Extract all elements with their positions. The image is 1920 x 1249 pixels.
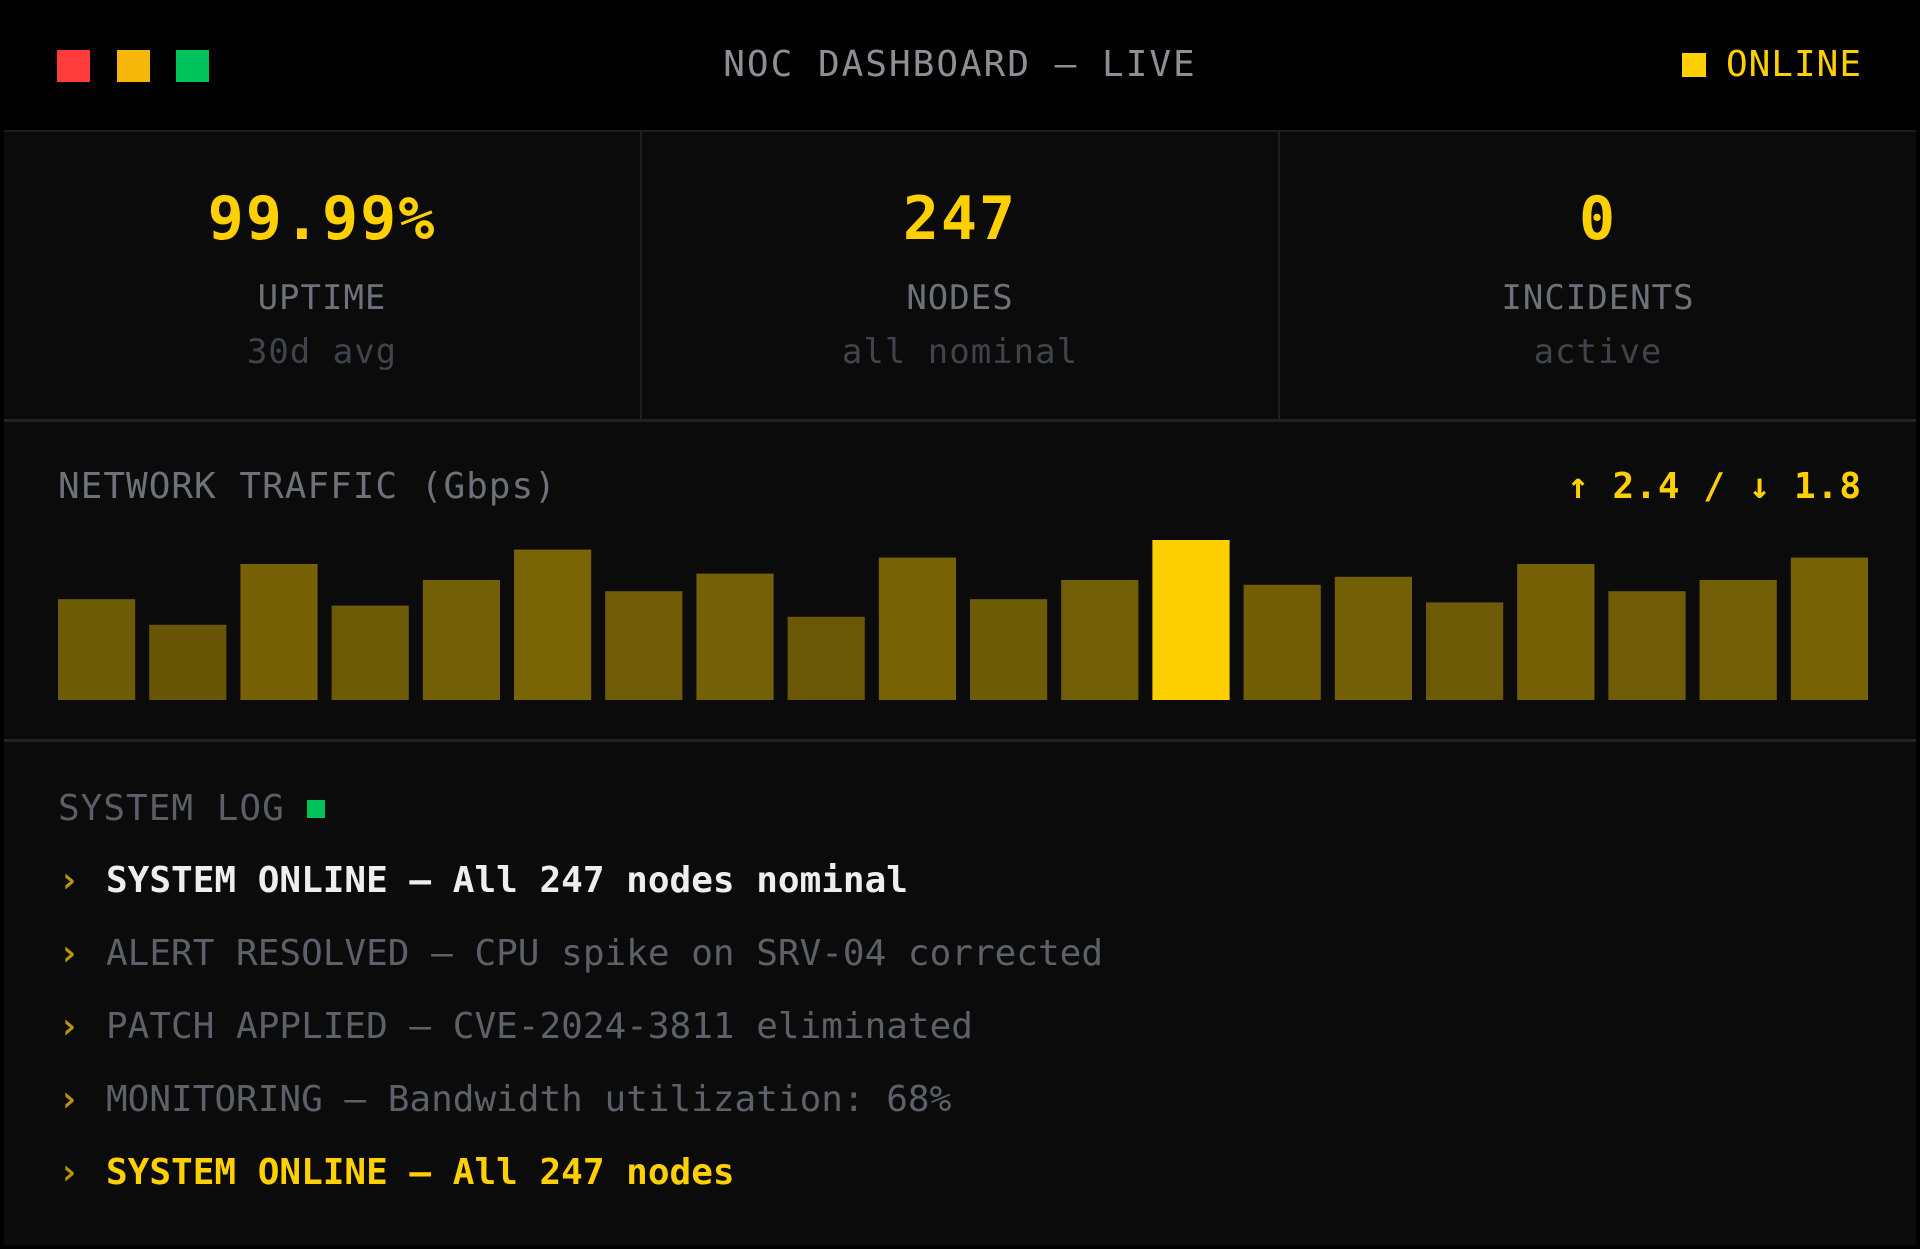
log-entry: › SYSTEM ONLINE — All 247 nodes nominal [58,860,1103,933]
log-entry: › MONITORING — Bandwidth utilization: 68% [58,1079,1103,1152]
noc-dashboard-window: NOC DASHBOARD — LIVE ONLINE 99.99% UPTIM… [0,0,1920,1249]
live-indicator-icon [306,799,325,818]
traffic-bar [240,564,318,700]
traffic-bar [1061,580,1139,700]
traffic-bar [1334,576,1412,700]
traffic-bar [787,616,865,700]
rate-separator: / [1703,466,1726,507]
stat-sublabel: 30d avg [246,332,398,372]
upload-arrow-icon: ↑ [1567,466,1590,507]
traffic-bar [149,624,227,700]
stat-sublabel: active [1533,332,1663,372]
traffic-bar [1517,564,1595,700]
log-entry-text: MONITORING — Bandwidth utilization: 68% [106,1079,952,1120]
log-entry: › SYSTEM ONLINE — All 247 nodes [58,1152,1103,1225]
prompt-chevron-icon: › [58,1006,80,1047]
upload-value: 2.4 [1612,466,1681,507]
traffic-title: NETWORK TRAFFIC (Gbps) [58,466,557,507]
traffic-bar [1790,557,1868,700]
stat-value: 0 [1578,184,1618,254]
title-bar: NOC DASHBOARD — LIVE ONLINE [4,0,1916,132]
prompt-chevron-icon: › [58,860,80,901]
traffic-bar [878,557,956,700]
traffic-bar [605,591,683,700]
log-entry-text: PATCH APPLIED — CVE-2024-3811 eliminated [106,1006,973,1047]
stat-nodes: 247 NODES all nominal [642,132,1280,419]
stat-label: NODES [906,278,1014,318]
traffic-bar [970,599,1048,700]
log-list: › SYSTEM ONLINE — All 247 nodes nominal › A… [58,860,1103,1225]
stat-incidents: 0 INCIDENTS active [1280,132,1916,419]
prompt-chevron-icon: › [58,1079,80,1120]
traffic-bar [1699,580,1777,700]
network-traffic-panel: NETWORK TRAFFIC (Gbps) ↑ 2.4 / ↓ 1.8 [4,422,1916,742]
traffic-rate: ↑ 2.4 / ↓ 1.8 [1567,466,1862,507]
log-entry-text: SYSTEM ONLINE — All 247 nodes [106,1152,735,1193]
stat-value: 99.99% [207,184,437,254]
traffic-bar-current [1152,540,1230,700]
prompt-chevron-icon: › [58,933,80,974]
traffic-bar [58,599,136,700]
system-log-panel: SYSTEM LOG › SYSTEM ONLINE — All 247 node… [4,742,1916,1245]
traffic-bar [1243,584,1321,700]
online-status: ONLINE [1681,44,1862,85]
stat-uptime: 99.99% UPTIME 30d avg [4,132,642,419]
log-entry: › PATCH APPLIED — CVE-2024-3811 eliminate… [58,1006,1103,1079]
stat-value: 247 [902,184,1018,254]
traffic-bar [1426,602,1504,700]
log-title: SYSTEM LOG [58,788,325,829]
status-indicator-icon [1681,52,1706,77]
traffic-bar [331,605,409,700]
traffic-bar [696,573,774,700]
stat-sublabel: all nominal [841,332,1079,372]
stats-panel: 99.99% UPTIME 30d avg 247 NODES all nomi… [4,132,1916,422]
stat-label: UPTIME [257,278,387,318]
log-entry: › ALERT RESOLVED — CPU spike on SRV-04 co… [58,933,1103,1006]
stat-label: INCIDENTS [1501,278,1695,318]
traffic-bar [1608,591,1686,700]
traffic-bar [422,580,500,700]
log-entry-text: SYSTEM ONLINE — All 247 nodes nominal [106,860,908,901]
download-value: 1.8 [1793,466,1862,507]
log-title-label: SYSTEM LOG [58,788,285,829]
traffic-bar-chart [58,540,1868,700]
download-arrow-icon: ↓ [1748,466,1772,507]
traffic-bar [514,549,592,700]
status-label: ONLINE [1725,44,1862,85]
window-title: NOC DASHBOARD — LIVE [723,44,1197,85]
log-entry-text: ALERT RESOLVED — CPU spike on SRV-04 cor… [106,933,1103,974]
prompt-chevron-icon: › [58,1152,80,1193]
